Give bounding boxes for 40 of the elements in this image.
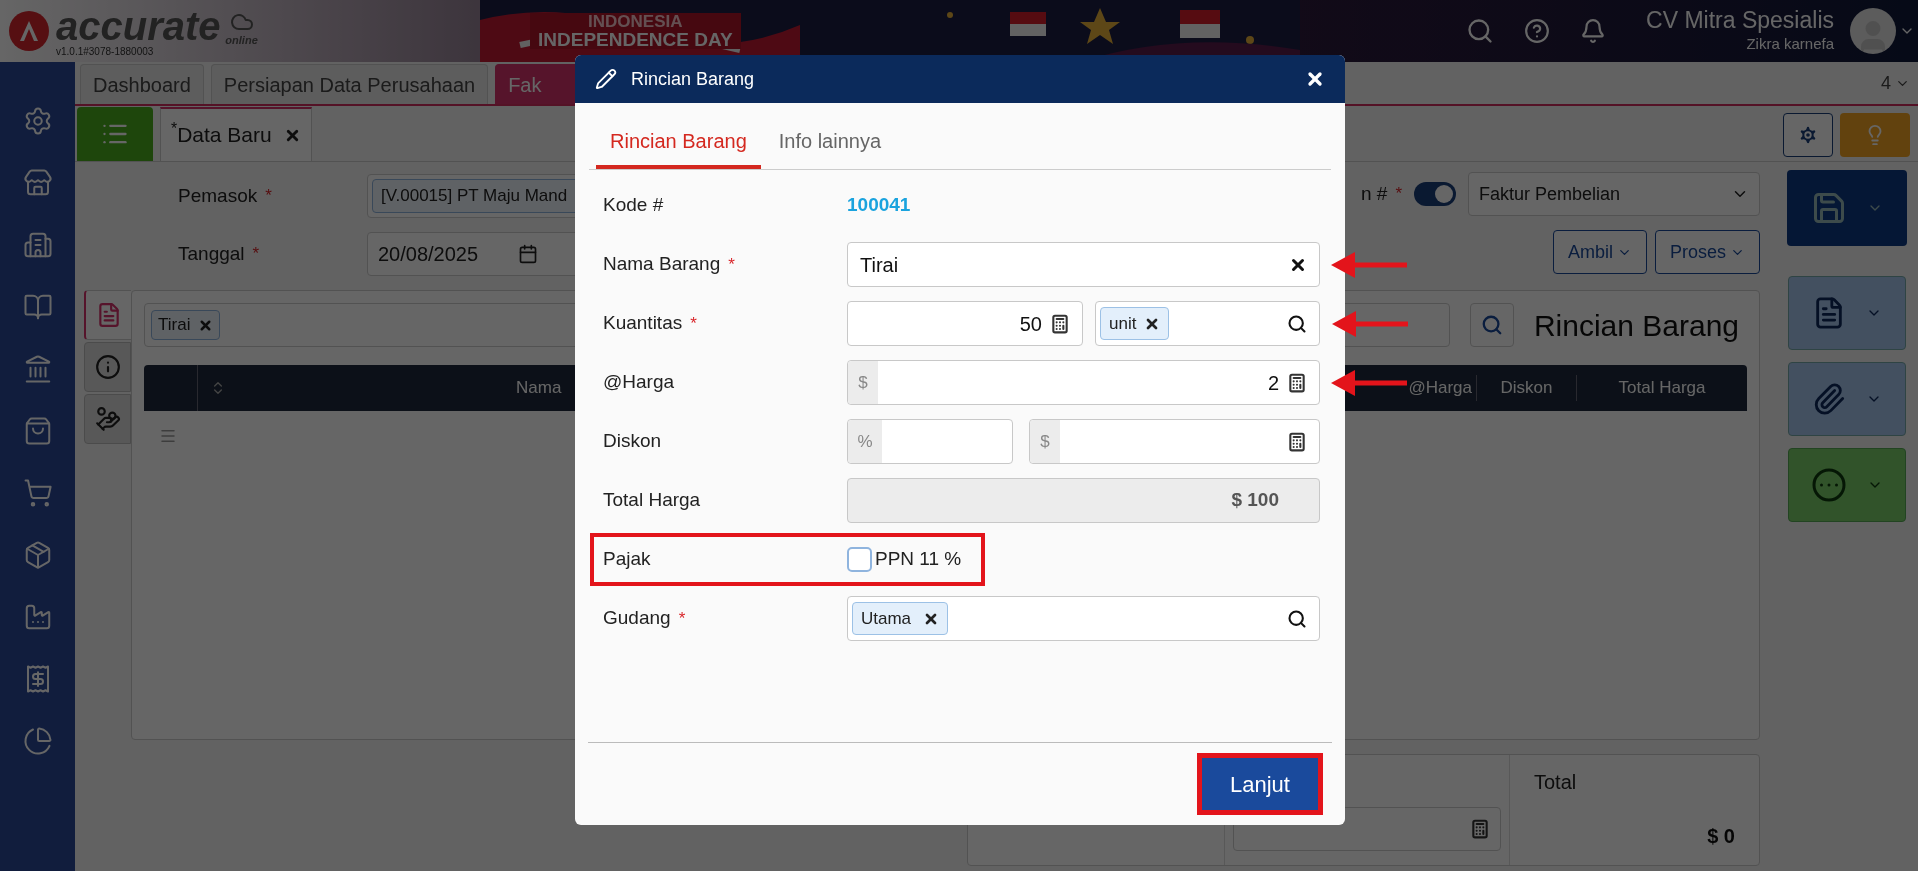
- column-header: Nama: [516, 377, 562, 400]
- field-label: Gudang: [603, 606, 671, 631]
- total-label: Total: [1534, 770, 1578, 795]
- field-label: @Harga: [603, 370, 675, 395]
- filter-tag: Tirai: [151, 310, 221, 340]
- percent-prefix: %: [848, 420, 882, 463]
- total-value: $ 0: [1707, 824, 1735, 849]
- field-label: Pemasok: [178, 183, 258, 208]
- field-value: 20/08/2025: [378, 242, 479, 267]
- checkbox-label: PPN 11 %: [875, 547, 962, 572]
- required-mark: *: [690, 312, 697, 335]
- field-label: Kuantitas: [603, 311, 683, 336]
- field-label: Tanggal: [178, 241, 245, 266]
- required-mark: *: [728, 253, 735, 276]
- user-name: Zikra karnefa: [1746, 33, 1834, 54]
- logo-text: accurate: [56, 5, 221, 46]
- required-mark: *: [252, 243, 260, 266]
- field-value: $ 100: [1231, 488, 1279, 513]
- field-label: Diskon: [603, 429, 662, 454]
- field-label: Pajak: [603, 547, 651, 572]
- required-mark: *: [265, 185, 272, 208]
- company-name: CV Mitra Spesialis: [1646, 6, 1834, 33]
- currency-prefix: $: [848, 361, 878, 404]
- warehouse-tag: Utama: [852, 602, 949, 635]
- field-label: Total Harga: [603, 488, 701, 513]
- version-text: v1.0.1#3078-1880003: [56, 45, 155, 57]
- field-value: 50: [1019, 311, 1042, 337]
- unit-tag: unit: [1100, 307, 1170, 340]
- dialog-title: Rincian Barang: [631, 67, 756, 91]
- field-label: n #: [1360, 181, 1388, 206]
- column-header: Diskon: [1477, 375, 1577, 401]
- field-value: Tirai: [860, 252, 900, 278]
- banner-title: INDONESIA INDEPENDENCE DAY: [530, 13, 741, 49]
- panel-title: Rincian Barang: [1533, 307, 1740, 344]
- required-mark: *: [1395, 183, 1402, 206]
- currency-prefix: $: [1030, 420, 1060, 463]
- tab-label: $^{*}$Data Baru: [171, 119, 272, 149]
- column-header: Total Harga: [1617, 377, 1707, 400]
- field-value: 2: [1266, 370, 1280, 396]
- required-mark: *: [678, 607, 686, 630]
